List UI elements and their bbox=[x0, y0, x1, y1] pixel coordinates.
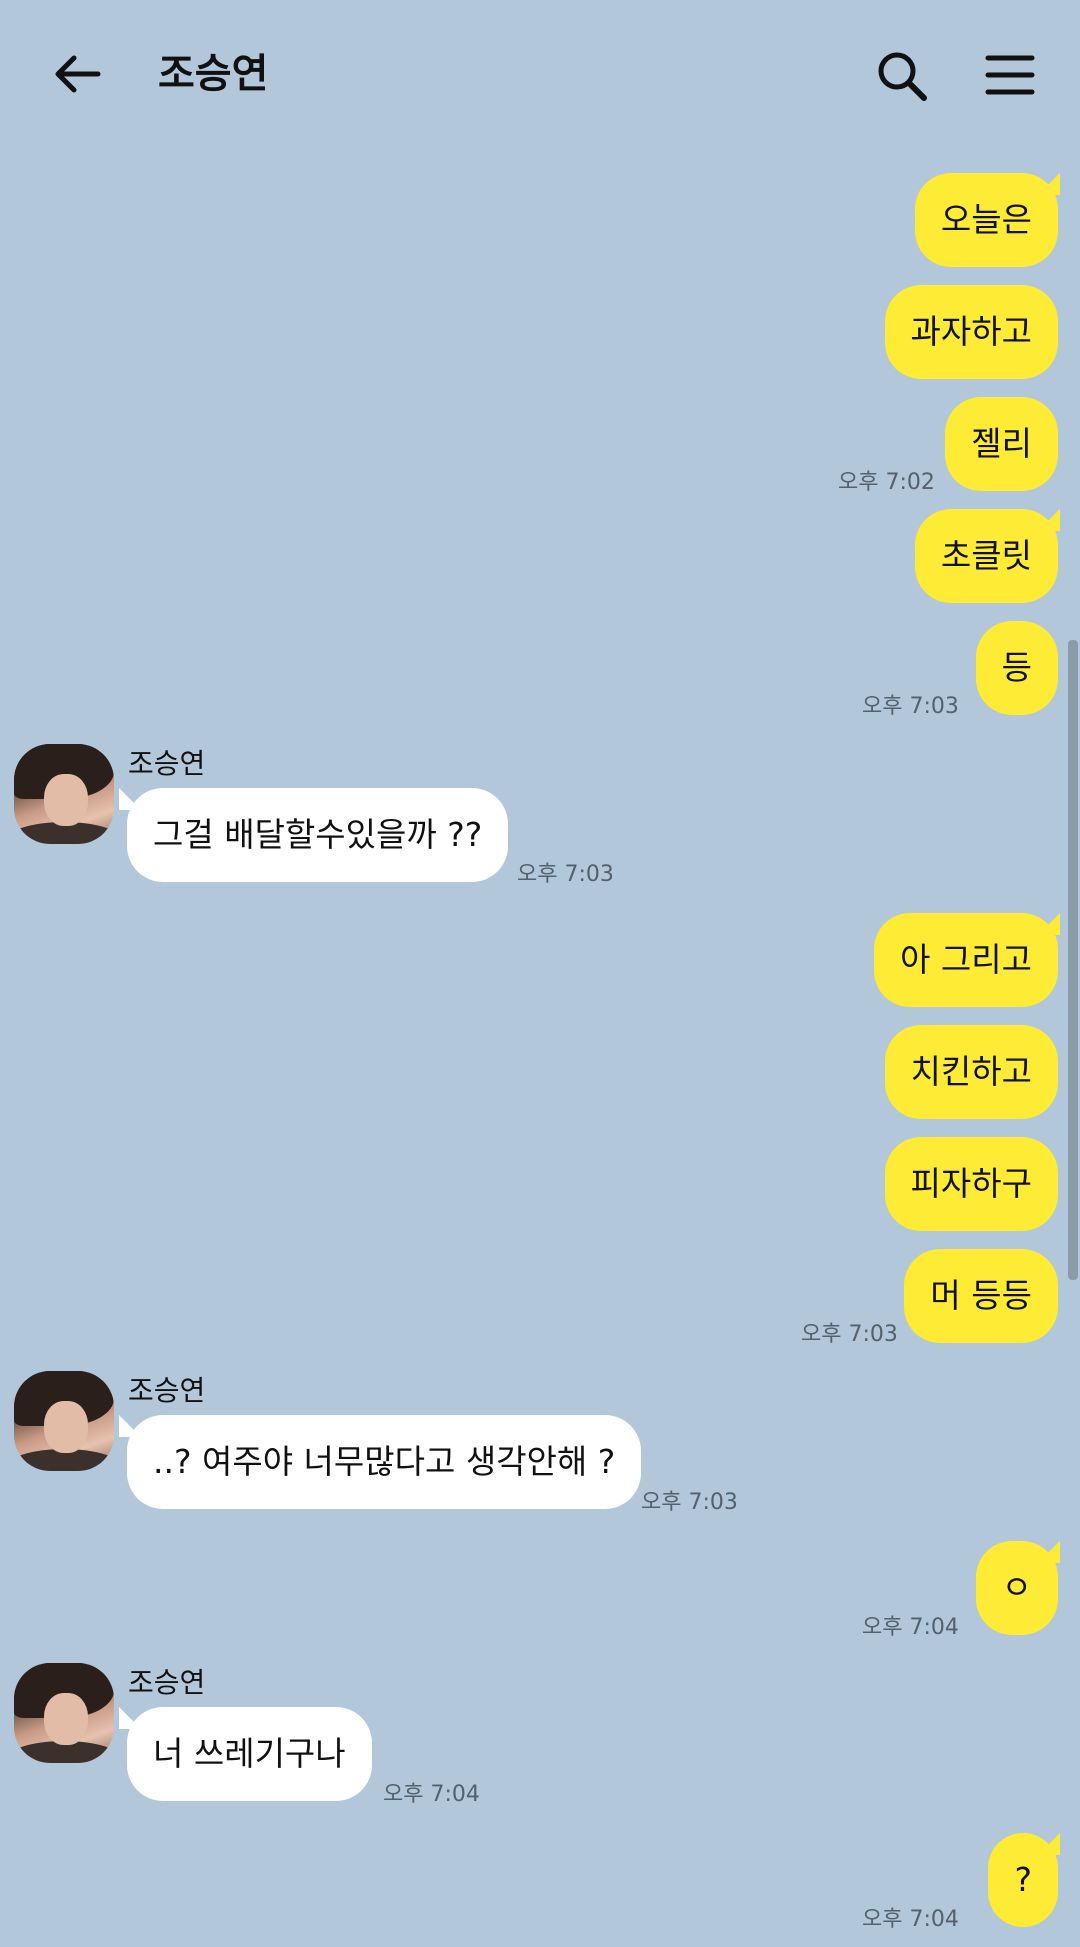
sender-name: 조승연 bbox=[128, 747, 206, 780]
sent-message[interactable]: 오늘은 bbox=[914, 173, 1058, 267]
sent-message[interactable]: 피자하구 bbox=[884, 1137, 1058, 1231]
message-text: 과자하고 bbox=[910, 312, 1032, 351]
scrollbar[interactable] bbox=[1068, 640, 1078, 1280]
contact-avatar[interactable] bbox=[14, 1371, 114, 1471]
message-timestamp: 오후 7:04 bbox=[383, 1782, 480, 1807]
message-timestamp: 오후 7:04 bbox=[862, 1907, 959, 1932]
arrow-left-icon bbox=[55, 55, 101, 93]
message-text: 등 bbox=[1001, 648, 1032, 687]
sender-name: 조승연 bbox=[128, 1374, 206, 1407]
menu-button[interactable] bbox=[978, 44, 1042, 108]
sent-message[interactable]: ㅇ bbox=[975, 1541, 1058, 1635]
message-text: 너 쓰레기구나 bbox=[153, 1734, 346, 1773]
message-timestamp: 오후 7:03 bbox=[862, 694, 959, 719]
message-text: 피자하구 bbox=[910, 1164, 1032, 1203]
sent-message[interactable]: 젤리 bbox=[945, 397, 1058, 491]
message-text: 치킨하고 bbox=[910, 1052, 1032, 1091]
received-message[interactable]: 너 쓰레기구나 bbox=[119, 1707, 372, 1801]
message-text: 아 그리고 bbox=[900, 940, 1032, 979]
contact-avatar[interactable] bbox=[14, 744, 114, 844]
sent-message[interactable]: 머 등등 bbox=[904, 1249, 1058, 1343]
message-text: 초클릿 bbox=[940, 536, 1032, 575]
chat-title: 조승연 bbox=[158, 51, 269, 97]
sent-message[interactable]: 등 bbox=[975, 621, 1058, 715]
chat-header: 조승연 bbox=[0, 0, 1080, 150]
message-timestamp: 오후 7:03 bbox=[801, 1322, 898, 1347]
message-text: ㅇ bbox=[1001, 1568, 1032, 1607]
message-timestamp: 오후 7:03 bbox=[641, 1490, 738, 1515]
search-button[interactable] bbox=[870, 44, 934, 108]
sender-name: 조승연 bbox=[128, 1666, 206, 1699]
search-icon bbox=[878, 52, 927, 101]
message-text: 젤리 bbox=[971, 424, 1032, 463]
hamburger-menu-icon bbox=[985, 55, 1035, 95]
message-text: ..? 여주야 너무많다고 생각안해 ? bbox=[153, 1442, 616, 1481]
received-message[interactable]: ..? 여주야 너무많다고 생각안해 ? bbox=[118, 1415, 642, 1509]
sent-message[interactable]: 치킨하고 bbox=[884, 1025, 1058, 1119]
message-timestamp: 오후 7:02 bbox=[838, 470, 935, 495]
received-message[interactable]: 그걸 배달할수있을까 ?? bbox=[118, 788, 509, 882]
message-text: 오늘은 bbox=[940, 200, 1032, 239]
sent-message[interactable]: 초클릿 bbox=[914, 509, 1058, 603]
back-button[interactable] bbox=[46, 44, 110, 108]
message-text: 그걸 배달할수있을까 ?? bbox=[153, 815, 483, 854]
message-text: 머 등등 bbox=[930, 1276, 1032, 1315]
message-text: ? bbox=[1014, 1860, 1032, 1899]
sent-message[interactable]: ? bbox=[988, 1833, 1058, 1927]
message-timestamp: 오후 7:04 bbox=[862, 1615, 959, 1640]
contact-avatar[interactable] bbox=[14, 1663, 114, 1763]
sent-message[interactable]: 아 그리고 bbox=[874, 913, 1058, 1007]
message-timestamp: 오후 7:03 bbox=[517, 862, 614, 887]
sent-message[interactable]: 과자하고 bbox=[884, 285, 1058, 379]
